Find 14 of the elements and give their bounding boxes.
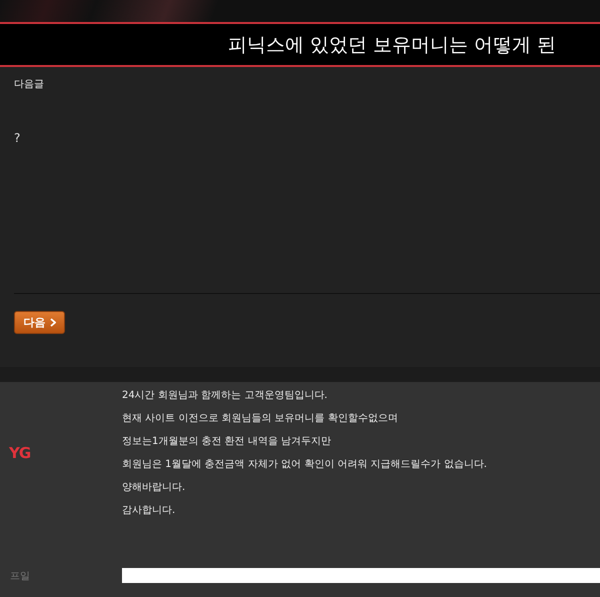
post-body: ? (14, 131, 20, 145)
reply-line: 24시간 회원님과 함께하는 고객운영팀입니다. (122, 389, 328, 403)
reply-line: 감사합니다. (122, 504, 176, 518)
reply-line: 정보는1개월분의 충전 환전 내역을 남겨두지만 (122, 435, 332, 449)
chevron-icon (50, 318, 56, 327)
logo: YG (9, 444, 30, 462)
nav-label[interactable]: 다음글 (14, 77, 44, 91)
input-field[interactable] (122, 568, 600, 583)
next-button[interactable]: 다음 (14, 311, 65, 334)
reply-line: 현재 사이트 이전으로 회원님들의 보유머니를 확인할수없으며 (122, 412, 398, 426)
reply-line: 회원님은 1월달에 충전금액 자체가 없어 확인이 어려워 지급해드릴수가 없습니다. (122, 458, 487, 472)
post-title: 피닉스에 있었던 보유머니는 어떻게 된 (228, 32, 556, 58)
reply-line: 양해바랍니다. (122, 481, 186, 495)
field-label: 프일 (9, 570, 31, 582)
